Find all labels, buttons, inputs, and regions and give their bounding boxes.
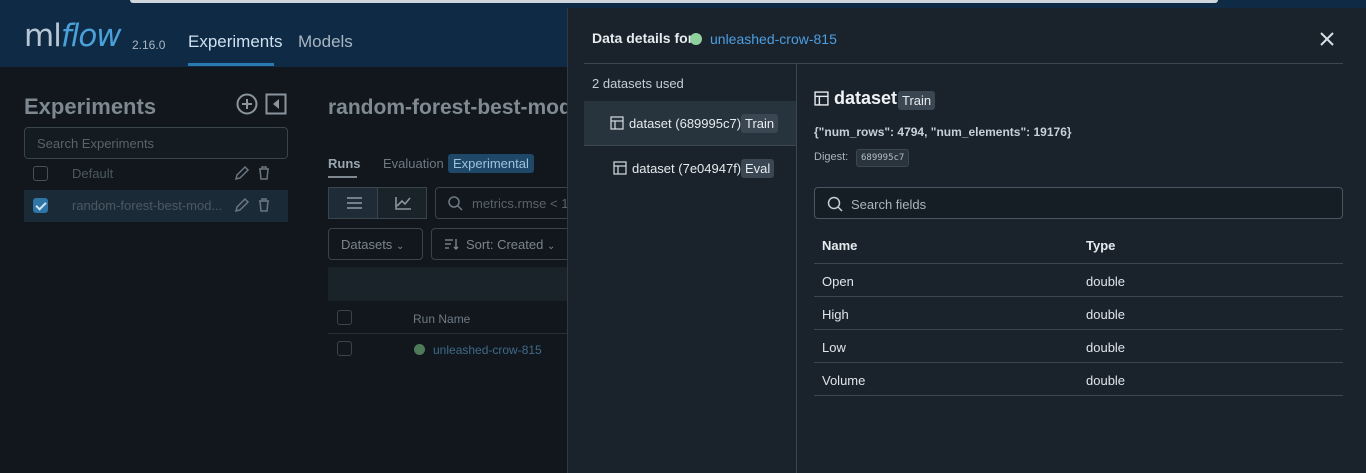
collapse-sidebar-icon[interactable] [265,93,287,115]
run-name-column-header[interactable]: Run Name [413,312,470,326]
pencil-icon[interactable] [234,197,250,213]
select-all-checkbox[interactable] [337,310,352,325]
experiment-name: random-forest-best-mod... [72,198,223,213]
experiment-name: Default [72,166,114,181]
datasets-dropdown-label: Datasets [341,237,393,252]
chart-view-button[interactable] [377,187,427,219]
search-experiments-input[interactable]: Search Experiments [24,127,288,159]
datasets-dropdown[interactable]: Datasets ⌄ [328,228,423,260]
dataset-item-train[interactable]: dataset (689995c7) Train [584,101,796,146]
field-row: High double [814,296,1343,329]
list-icon [347,197,362,209]
run-status-dot [414,344,425,355]
field-type: double [1086,373,1126,388]
dataset-name: dataset (7e04947f) [632,161,742,176]
datasets-list: 2 datasets used dataset (689995c7) Train… [584,64,797,473]
drawer-title: Data details for [592,30,694,46]
add-experiment-icon[interactable] [236,93,258,115]
search-icon [827,196,843,212]
tab-evaluation[interactable]: Evaluation [383,156,444,171]
experiment-checkbox[interactable] [33,198,48,213]
field-name: Open [822,274,854,289]
search-icon [448,196,463,211]
field-type: double [1086,340,1126,355]
logo-flow-text: flow [60,18,122,54]
nav-tab-experiments[interactable]: Experiments [188,32,282,52]
dataset-profile: {"num_rows": 4794, "num_elements": 19176… [814,125,1072,139]
tab-runs[interactable]: Runs [328,156,361,171]
nav-active-indicator [188,63,274,66]
sort-dropdown-label: Sort: Created [466,237,544,252]
table-icon [610,116,624,130]
table-icon [613,161,627,175]
experiment-title: random-forest-best-mod [328,96,572,119]
dataset-context-tag: Train [898,91,936,110]
type-column-header: Type [1086,238,1116,253]
dataset-title: dataset [834,88,898,108]
data-details-drawer: Data details for unleashed-crow-815 2 da… [567,8,1366,473]
close-icon[interactable] [1318,30,1336,48]
mlflow-logo[interactable]: mlflow [24,18,122,54]
name-column-header: Name [822,238,858,253]
pencil-icon[interactable] [234,165,250,181]
table-view-button[interactable] [328,187,378,219]
digest-value: 689995c7 [856,149,910,167]
experiment-checkbox[interactable] [33,166,48,181]
dataset-item-eval[interactable]: dataset (7e04947f) Eval [584,146,796,191]
dataset-tag: Train [741,114,779,133]
chevron-down-icon: ⌄ [395,241,405,252]
field-row: Open double [814,263,1343,296]
search-fields-placeholder: Search fields [851,197,927,212]
chart-icon [395,197,411,210]
logo-ml-text: ml [24,18,62,54]
search-fields-input[interactable]: Search fields [814,187,1343,219]
runs-tab-indicator [328,176,357,178]
digest-label: Digest: [814,151,849,163]
experimental-badge: Experimental [448,154,534,173]
run-checkbox[interactable] [337,341,352,356]
dataset-name: dataset (689995c7) [629,116,742,131]
version-label: 2.16.0 [132,38,166,52]
trash-icon[interactable] [256,197,272,213]
browser-scrollbar [130,0,1218,3]
field-name: Volume [822,373,866,388]
run-status-dot [690,33,702,45]
sort-icon [445,239,459,250]
drawer-run-link[interactable]: unleashed-crow-815 [710,31,837,47]
datasets-used-label: 2 datasets used [592,76,684,91]
field-type: double [1086,307,1126,322]
field-row: Volume double [814,362,1343,395]
field-name: Low [822,340,846,355]
nav-tab-models[interactable]: Models [298,32,353,52]
runs-table-header [328,267,568,301]
fields-table-bottom-border [814,395,1343,396]
dataset-tag: Eval [741,159,775,178]
field-row: Low double [814,329,1343,362]
experiments-heading: Experiments [24,94,157,119]
field-name: High [822,307,849,322]
table-icon [814,91,829,106]
experiment-item-random-forest[interactable]: random-forest-best-mod... [24,190,288,222]
experiment-item-default[interactable]: Default [24,158,288,190]
chevron-down-icon: ⌄ [546,241,556,252]
run-link[interactable]: unleashed-crow-815 [433,343,542,357]
field-type: double [1086,274,1126,289]
trash-icon[interactable] [256,165,272,181]
